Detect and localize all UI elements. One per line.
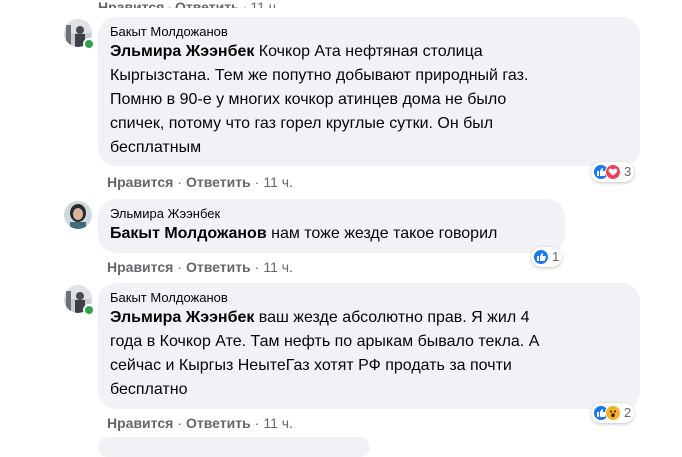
- comment-bubble: Бакыт Молдожанов Эльмира Жээнбек Кочкор …: [98, 17, 640, 166]
- online-status-icon: [83, 38, 95, 50]
- reactions-summary[interactable]: 3: [591, 162, 635, 182]
- online-status-icon: [83, 304, 95, 316]
- timestamp[interactable]: 11 ч.: [250, 0, 280, 8]
- love-reaction-icon: [605, 164, 621, 180]
- comment-bubble: Эльмира Жээнбек Бакыт Молдожанов нам тож…: [98, 199, 565, 253]
- comment-bubble: Бакыт Молдожанов Эльмира Жээнбек ваш жез…: [98, 283, 640, 409]
- previous-comment-actions: Нравится · Ответить · 11 ч.: [98, 0, 280, 8]
- mention-link[interactable]: Бакыт Молдожанов: [110, 225, 267, 242]
- reactions-summary[interactable]: 1: [531, 247, 563, 267]
- reply-link[interactable]: Ответить: [175, 0, 240, 8]
- mention-link[interactable]: Эльмира Жээнбек: [110, 43, 254, 60]
- comment-author[interactable]: Бакыт Молдожанов: [110, 290, 628, 306]
- reactions-summary[interactable]: 2: [591, 403, 635, 423]
- timestamp[interactable]: 11 ч.: [263, 174, 293, 190]
- like-link[interactable]: Нравится: [98, 0, 164, 8]
- avatar[interactable]: [64, 201, 92, 229]
- comment-text: Эльмира Жээнбек ваш жезде абсолютно прав…: [110, 309, 540, 398]
- reaction-count: 3: [624, 164, 632, 179]
- comment-actions: Нравится · Ответить · 11 ч.: [107, 259, 293, 275]
- next-comment-bubble: [98, 437, 370, 457]
- reaction-count: 1: [552, 249, 560, 264]
- comment-text: Бакыт Молдожанов нам тоже жезде такое го…: [110, 225, 498, 242]
- comment-author[interactable]: Эльмира Жээнбек: [110, 206, 553, 222]
- reaction-count: 2: [624, 405, 632, 420]
- reply-link[interactable]: Ответить: [186, 174, 251, 190]
- reply-link[interactable]: Ответить: [186, 415, 251, 431]
- user-photo: [64, 201, 92, 229]
- mention-link[interactable]: Эльмира Жээнбек: [110, 309, 254, 326]
- comment-author[interactable]: Бакыт Молдожанов: [110, 24, 628, 40]
- timestamp[interactable]: 11 ч.: [263, 259, 293, 275]
- comment-text: Эльмира Жээнбек Кочкор Ата нефтяная стол…: [110, 43, 529, 156]
- wow-reaction-icon: [605, 405, 621, 421]
- like-link[interactable]: Нравится: [107, 259, 173, 275]
- reply-link[interactable]: Ответить: [186, 259, 251, 275]
- like-link[interactable]: Нравится: [107, 174, 173, 190]
- timestamp[interactable]: 11 ч.: [263, 415, 293, 431]
- comment-actions: Нравится · Ответить · 11 ч.: [107, 174, 293, 190]
- like-link[interactable]: Нравится: [107, 415, 173, 431]
- like-reaction-icon: [533, 249, 549, 265]
- comment-actions: Нравится · Ответить · 11 ч.: [107, 415, 293, 431]
